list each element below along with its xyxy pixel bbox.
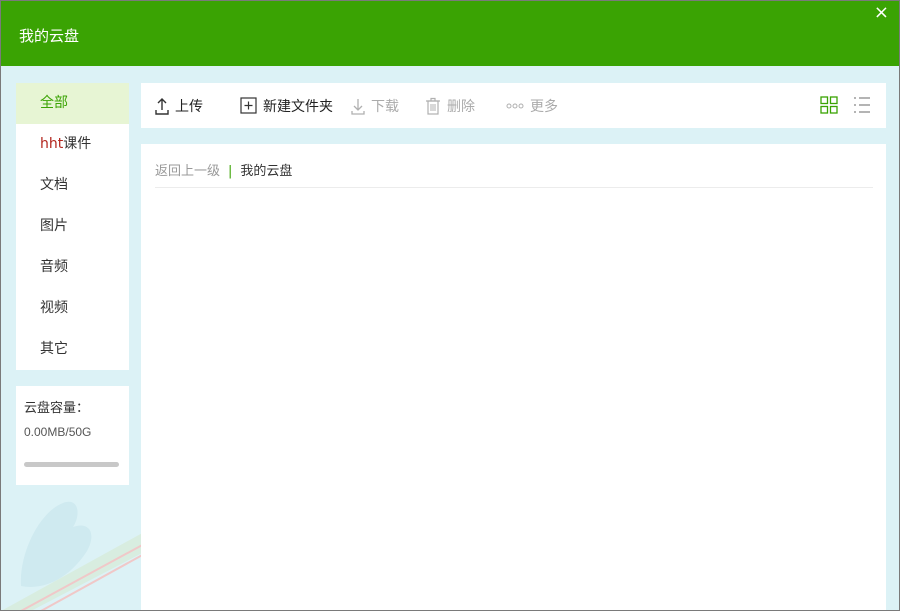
title-bar: 我的云盘 × (1, 1, 899, 66)
sidebar-item-label: 图片 (40, 218, 68, 234)
upload-button[interactable]: 上传 (155, 83, 203, 128)
sidebar-item-courseware[interactable]: hht课件 (16, 124, 129, 165)
download-button[interactable]: 下载 (351, 83, 399, 128)
breadcrumb-current: 我的云盘 (240, 164, 293, 179)
sidebar-item-documents[interactable]: 文档 (16, 165, 129, 206)
new-folder-label: 新建文件夹 (263, 98, 333, 115)
window-title: 我的云盘 (19, 27, 80, 45)
more-dots-icon (506, 103, 524, 108)
storage-progress-bar (24, 462, 119, 467)
sidebar-item-label: 视频 (40, 300, 68, 316)
file-list-area: 返回上一级 | 我的云盘 (141, 144, 886, 610)
cloud-drive-dialog: 我的云盘 × 全部 hht课件 文档 图片 音频 视频 其它 云盘容量： 0.0… (0, 0, 900, 611)
breadcrumb-divider (155, 187, 873, 188)
download-icon (351, 98, 365, 115)
new-folder-icon (240, 97, 257, 114)
sidebar-item-audio[interactable]: 音频 (16, 247, 129, 288)
category-sidebar: 全部 hht课件 文档 图片 音频 视频 其它 (16, 83, 129, 370)
storage-value: 0.00MB/50G (24, 425, 92, 439)
sidebar-item-video[interactable]: 视频 (16, 288, 129, 329)
sidebar-item-all[interactable]: 全部 (16, 83, 129, 124)
delete-label: 删除 (447, 98, 475, 115)
delete-button[interactable]: 删除 (425, 83, 475, 128)
breadcrumb-back-link[interactable]: 返回上一级 (155, 164, 220, 179)
background-decoration (2, 501, 146, 610)
new-folder-button[interactable]: 新建文件夹 (240, 83, 333, 128)
storage-label: 云盘容量： (24, 401, 90, 416)
breadcrumb: 返回上一级 | 我的云盘 (155, 160, 292, 179)
sidebar-item-label: 文档 (40, 177, 68, 193)
sidebar-item-prefix: hht (40, 136, 64, 152)
trash-icon (426, 97, 440, 115)
toolbar: 上传 新建文件夹 下载 删除 更多 (141, 83, 886, 128)
more-button[interactable]: 更多 (506, 83, 558, 128)
upload-icon (155, 97, 169, 115)
sidebar-item-label: 课件 (63, 136, 92, 152)
sidebar-item-label: 全部 (40, 95, 68, 111)
breadcrumb-separator: | (228, 164, 233, 179)
list-view-icon[interactable] (853, 96, 871, 114)
sidebar-item-label: 其它 (40, 341, 68, 357)
close-button[interactable]: × (874, 3, 889, 23)
sidebar-item-label: 音频 (40, 259, 68, 275)
download-label: 下载 (371, 98, 399, 115)
sidebar-item-images[interactable]: 图片 (16, 206, 129, 247)
storage-panel: 云盘容量： 0.00MB/50G (16, 386, 129, 485)
more-label: 更多 (530, 98, 558, 115)
sidebar-item-other[interactable]: 其它 (16, 329, 129, 370)
grid-view-icon[interactable] (820, 96, 838, 114)
upload-label: 上传 (175, 98, 203, 115)
